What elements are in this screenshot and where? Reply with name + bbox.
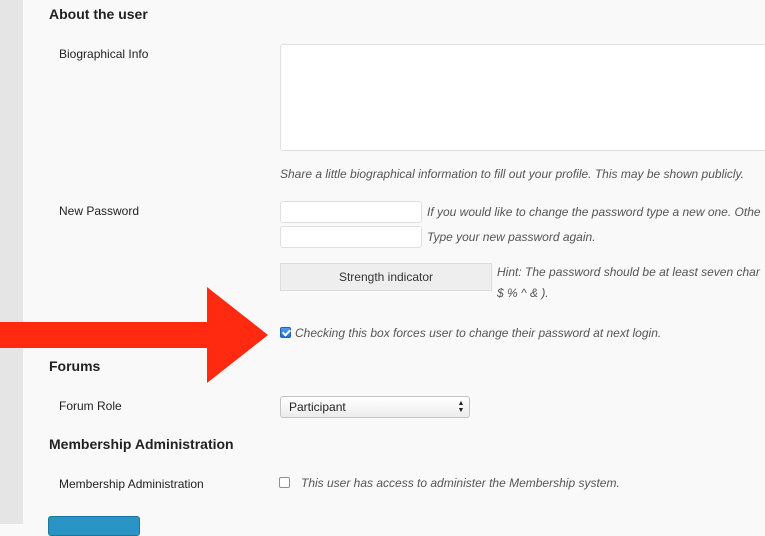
select-updown-icon: ▲ ▼ (457, 400, 465, 414)
profile-form: About the user Biographical Info Share a… (23, 0, 765, 536)
forum-role-label: Forum Role (59, 399, 122, 413)
section-title-about: About the user (49, 6, 148, 22)
password-strength-indicator: Strength indicator (280, 263, 492, 291)
new-password-input[interactable] (280, 201, 422, 223)
arrow-shape (0, 287, 268, 383)
bio-description: Share a little biographical information … (280, 167, 745, 181)
bio-textarea[interactable] (280, 44, 765, 151)
force-password-change-label: Checking this box forces user to change … (295, 326, 662, 340)
password-hint-line2: $ % ^ & ). (497, 286, 549, 300)
new-password-label: New Password (59, 204, 140, 218)
force-password-change-checkbox[interactable] (280, 327, 291, 338)
password-hint-line1: Hint: The password should be at least se… (497, 265, 760, 279)
new-password-hint: If you would like to change the password… (427, 205, 761, 219)
admin-sidebar-edge (0, 0, 24, 524)
section-title-membership: Membership Administration (49, 436, 234, 452)
membership-admin-checkbox[interactable] (279, 477, 290, 488)
update-profile-button[interactable] (48, 516, 140, 536)
membership-admin-label: Membership Administration (59, 477, 204, 491)
bio-label: Biographical Info (59, 47, 149, 61)
membership-admin-description: This user has access to administer the M… (301, 476, 620, 490)
forum-role-select[interactable]: Participant ▲ ▼ (280, 396, 470, 418)
confirm-password-input[interactable] (280, 226, 422, 248)
forum-role-selected-value: Participant (289, 400, 346, 414)
red-arrow-annotation (0, 287, 268, 383)
confirm-password-hint: Type your new password again. (427, 230, 596, 244)
